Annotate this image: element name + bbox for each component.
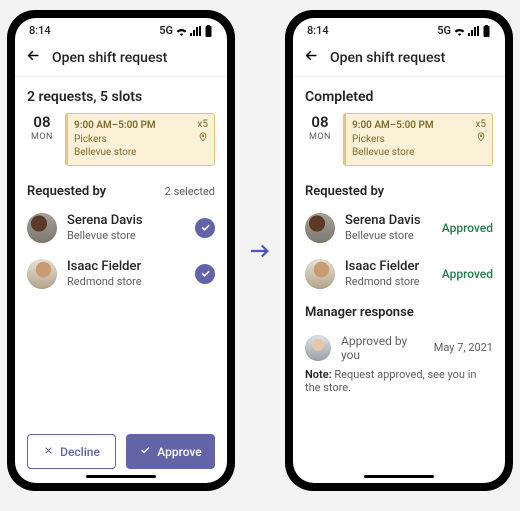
person-main: Serena Davis Bellevue store: [67, 213, 185, 242]
summary-text: Completed: [305, 89, 493, 105]
back-icon[interactable]: [25, 47, 42, 68]
content-right: Completed 08 MON 9:00 AM–5:00 PM Pickers…: [293, 77, 505, 483]
person-name: Serena Davis: [67, 213, 185, 229]
shift-role: Pickers: [74, 133, 208, 147]
person-name: Isaac Fielder: [67, 259, 185, 275]
top-bar: Open shift request: [293, 39, 505, 77]
status-bar: 8:14 5G: [293, 18, 505, 39]
shift-time: 9:00 AM–5:00 PM: [352, 119, 486, 133]
list-item[interactable]: Isaac Fielder Redmond store: [27, 251, 215, 297]
date-dow: MON: [31, 132, 53, 142]
decline-button[interactable]: Decline: [27, 434, 116, 469]
home-indicator: [86, 475, 156, 478]
status-approved: Approved: [442, 267, 493, 281]
location-pin-icon: [198, 132, 208, 147]
signal-icon: [468, 26, 480, 36]
page-title: Open shift request: [330, 50, 445, 66]
shift-slots: x5: [475, 118, 486, 132]
home-indicator: [364, 475, 434, 478]
battery-icon: [482, 25, 491, 37]
status-time: 8:14: [29, 24, 51, 37]
avatar: [27, 259, 57, 289]
avatar: [305, 259, 335, 289]
check-icon: [139, 444, 151, 459]
phone-right: 8:14 5G Open shift request Completed 08 …: [285, 10, 513, 491]
shift-location: Bellevue store: [74, 146, 208, 160]
person-location: Bellevue store: [345, 229, 432, 242]
date-num: 08: [311, 115, 328, 130]
content-left: 2 requests, 5 slots 08 MON 9:00 AM–5:00 …: [15, 77, 227, 424]
person-location: Bellevue store: [67, 229, 185, 242]
shift-role: Pickers: [352, 133, 486, 147]
signal-icon: [190, 26, 202, 36]
manager-note: Note: Request approved, see you in the s…: [305, 368, 493, 394]
shift-time: 9:00 AM–5:00 PM: [74, 119, 208, 133]
date-dow: MON: [309, 132, 331, 142]
manager-response-header: Manager response: [305, 305, 493, 320]
page-title: Open shift request: [52, 50, 167, 66]
requested-by-header: Requested by: [305, 184, 493, 199]
wifi-icon: [453, 26, 466, 36]
shift-row: 08 MON 9:00 AM–5:00 PM Pickers Bellevue …: [27, 113, 215, 166]
decline-label: Decline: [60, 445, 100, 459]
list-item[interactable]: Serena Davis Bellevue store Approved: [305, 205, 493, 251]
requested-by-title: Requested by: [27, 184, 106, 199]
summary-text: 2 requests, 5 slots: [27, 89, 215, 105]
person-location: Redmond store: [345, 275, 432, 288]
status-right: 5G: [437, 24, 491, 37]
shift-location: Bellevue store: [352, 146, 486, 160]
shift-card[interactable]: 9:00 AM–5:00 PM Pickers Bellevue store x…: [343, 113, 493, 166]
person-main: Isaac Fielder Redmond store: [67, 259, 185, 288]
status-approved: Approved: [442, 221, 493, 235]
list-item[interactable]: Serena Davis Bellevue store: [27, 205, 215, 251]
wifi-icon: [175, 26, 188, 36]
person-name: Serena Davis: [345, 213, 432, 229]
person-main: Serena Davis Bellevue store: [345, 213, 432, 242]
selected-check-icon[interactable]: [195, 264, 215, 284]
screen-right: 8:14 5G Open shift request Completed 08 …: [293, 18, 505, 483]
list-item[interactable]: Isaac Fielder Redmond store Approved: [305, 251, 493, 297]
avatar: [305, 335, 331, 361]
person-name: Isaac Fielder: [345, 259, 432, 275]
requested-by-header: Requested by 2 selected: [27, 184, 215, 199]
avatar: [27, 213, 57, 243]
status-time: 8:14: [307, 24, 329, 37]
date-box: 08 MON: [305, 113, 335, 166]
avatar: [305, 213, 335, 243]
shift-row: 08 MON 9:00 AM–5:00 PM Pickers Bellevue …: [305, 113, 493, 166]
top-bar: Open shift request: [15, 39, 227, 77]
date-box: 08 MON: [27, 113, 57, 166]
selected-count: 2 selected: [165, 185, 215, 198]
phone-left: 8:14 5G Open shift request 2 requests, 5…: [7, 10, 235, 491]
screen-left: 8:14 5G Open shift request 2 requests, 5…: [15, 18, 227, 483]
person-location: Redmond store: [67, 275, 185, 288]
approve-label: Approve: [157, 445, 201, 459]
close-icon: [43, 445, 54, 459]
status-net: 5G: [159, 24, 173, 37]
back-icon[interactable]: [303, 47, 320, 68]
note-label: Note:: [305, 368, 332, 381]
selected-check-icon[interactable]: [195, 218, 215, 238]
status-bar: 8:14 5G: [15, 18, 227, 39]
transition-arrow-icon: [249, 242, 271, 260]
manager-text: Approved by you: [341, 334, 424, 362]
date-num: 08: [33, 115, 50, 130]
manager-response-row: Approved by you May 7, 2021: [305, 326, 493, 366]
requested-by-title: Requested by: [305, 184, 384, 199]
manager-date: May 7, 2021: [434, 341, 493, 354]
approve-button[interactable]: Approve: [126, 434, 215, 469]
location-pin-icon: [476, 132, 486, 147]
shift-card[interactable]: 9:00 AM–5:00 PM Pickers Bellevue store x…: [65, 113, 215, 166]
manager-response-title: Manager response: [305, 305, 414, 320]
battery-icon: [204, 25, 213, 37]
status-net: 5G: [437, 24, 451, 37]
person-main: Isaac Fielder Redmond store: [345, 259, 432, 288]
status-right: 5G: [159, 24, 213, 37]
shift-slots: x5: [197, 118, 208, 132]
